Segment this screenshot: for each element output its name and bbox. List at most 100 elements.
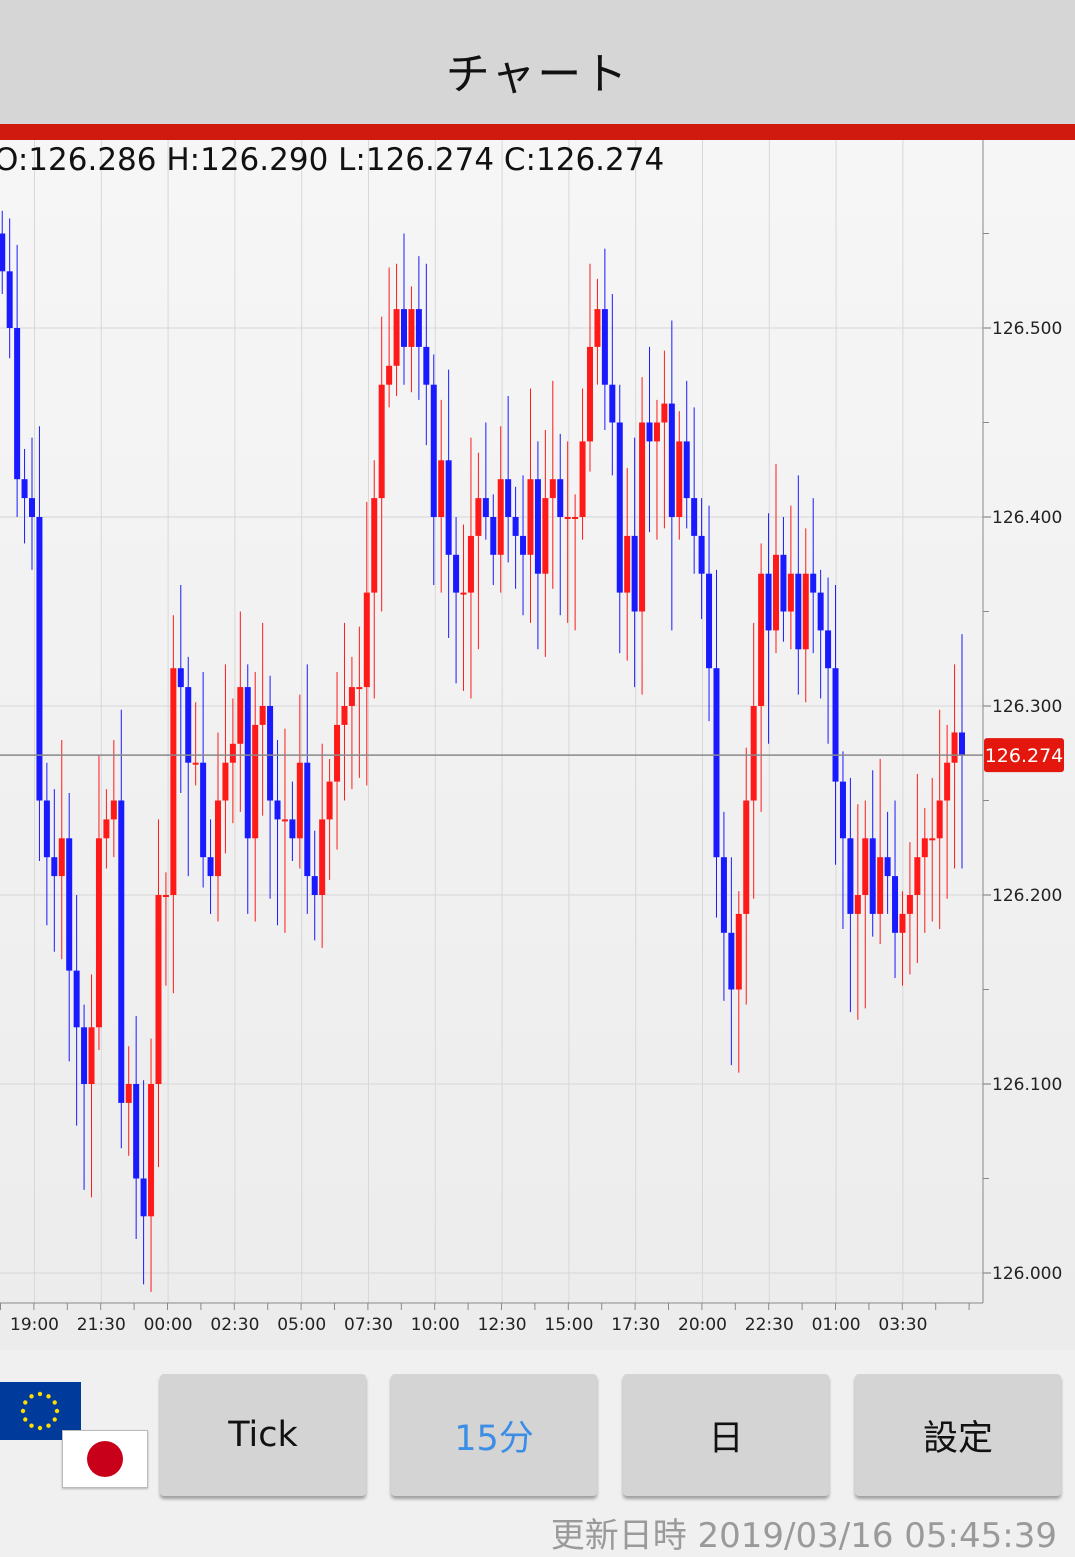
candle-body [475,498,482,536]
candle-body [914,857,921,895]
candle-body [281,819,288,822]
candle-body [371,498,378,593]
x-tick-label: 12:30 [478,1315,527,1335]
candle-body [810,573,817,593]
candle-body [713,668,720,858]
day-button[interactable]: 日 [623,1374,829,1496]
candle-body [557,479,564,517]
candle-body [274,800,281,820]
candle-body [259,706,266,725]
candle-body [542,498,549,574]
candle-body [415,309,422,347]
candle-body [795,573,802,650]
candle-body [639,422,646,612]
candle-body [341,706,348,725]
candle-body [58,838,65,877]
candle-body [155,895,162,1084]
x-tick-label: 00:00 [144,1315,193,1335]
candle-body [534,479,541,574]
candle-body [252,724,259,839]
candle-body [877,857,884,914]
candle-body [921,838,928,858]
tick-button[interactable]: Tick [160,1374,366,1496]
candle-body [423,346,430,385]
candle-body [825,630,832,669]
y-tick-label: 126.200 [992,886,1062,906]
candle-body [512,517,519,536]
candle-body [906,895,913,914]
candle-body [356,687,363,690]
candle-body [453,554,460,593]
jp-flag-icon[interactable] [62,1430,148,1488]
candle-body [229,743,236,763]
x-tick-label: 10:00 [411,1315,460,1335]
candle-body [363,592,370,688]
candle-body [133,1084,140,1179]
candle-body [505,479,512,517]
candle-body [683,441,690,499]
x-tick-label: 02:30 [210,1315,259,1335]
candle-body [646,422,653,442]
candle-body [43,800,50,858]
candle-body [691,498,698,536]
candle-body [148,1084,155,1217]
x-tick-label: 03:30 [878,1315,927,1335]
page-title: チャート [445,49,630,100]
candle-body [572,517,579,519]
candle-body [944,762,951,801]
ohlc-readout: O:126.286 H:126.290 L:126.274 C:126.274 [0,142,665,178]
candle-body [207,857,214,877]
candlestick-chart[interactable]: 126.000 126.100 126.200 126.300 126.400 126.5… [0,140,1075,1350]
candle-body [653,422,660,442]
candle-body [170,668,177,895]
y-tick-label: 126.500 [992,319,1062,339]
interval-15min-button[interactable]: 15分 [391,1374,597,1496]
candle-body [601,309,608,385]
candle-body [773,554,779,631]
candle-body [787,573,794,612]
candle-body [378,384,385,499]
candle-body [118,800,125,1103]
candle-body [951,732,958,763]
candle-body [527,479,534,555]
app-header: チャート [0,0,1075,124]
chart-controls: Tick 15分 日 設定 更新日時 2019/03/16 05:45:39 [0,1350,1075,1556]
candle-body [237,687,244,744]
candle-body [631,535,638,612]
candle-body [549,479,556,499]
candle-body [661,403,668,423]
candle-body [14,328,21,480]
candle-body [497,479,504,555]
candle-body [6,271,13,328]
x-tick-label: 22:30 [745,1315,794,1335]
candle-body [959,732,965,756]
candle-body [408,309,415,347]
candle-body [244,687,251,839]
x-tick-label: 19:00 [10,1315,59,1335]
x-tick-label: 07:30 [344,1315,393,1335]
candle-body [564,517,571,519]
candle-body [735,913,742,990]
candle-body [847,838,854,914]
settings-button[interactable]: 設定 [855,1374,1061,1496]
candle-body [676,441,683,517]
candle-body [758,573,765,706]
y-tick-label: 126.300 [992,697,1062,717]
candle-body [36,517,43,801]
candle-body [668,403,675,517]
candle-body [467,535,474,593]
candle-body [765,573,772,631]
candle-body [185,687,192,763]
candle-body [802,573,809,650]
candle-body [579,441,586,517]
candle-body [854,895,861,914]
candle-body [460,592,467,595]
candle-body [289,819,296,839]
chart-area[interactable]: 126.000 126.100 126.200 126.300 126.400 126.5… [0,140,1075,1350]
candle-body [728,932,735,990]
y-tick-label: 126.100 [992,1075,1062,1095]
candle-body [95,838,102,1028]
candle-body [490,517,497,555]
candle-body [698,535,705,574]
candle-body [140,1178,147,1217]
